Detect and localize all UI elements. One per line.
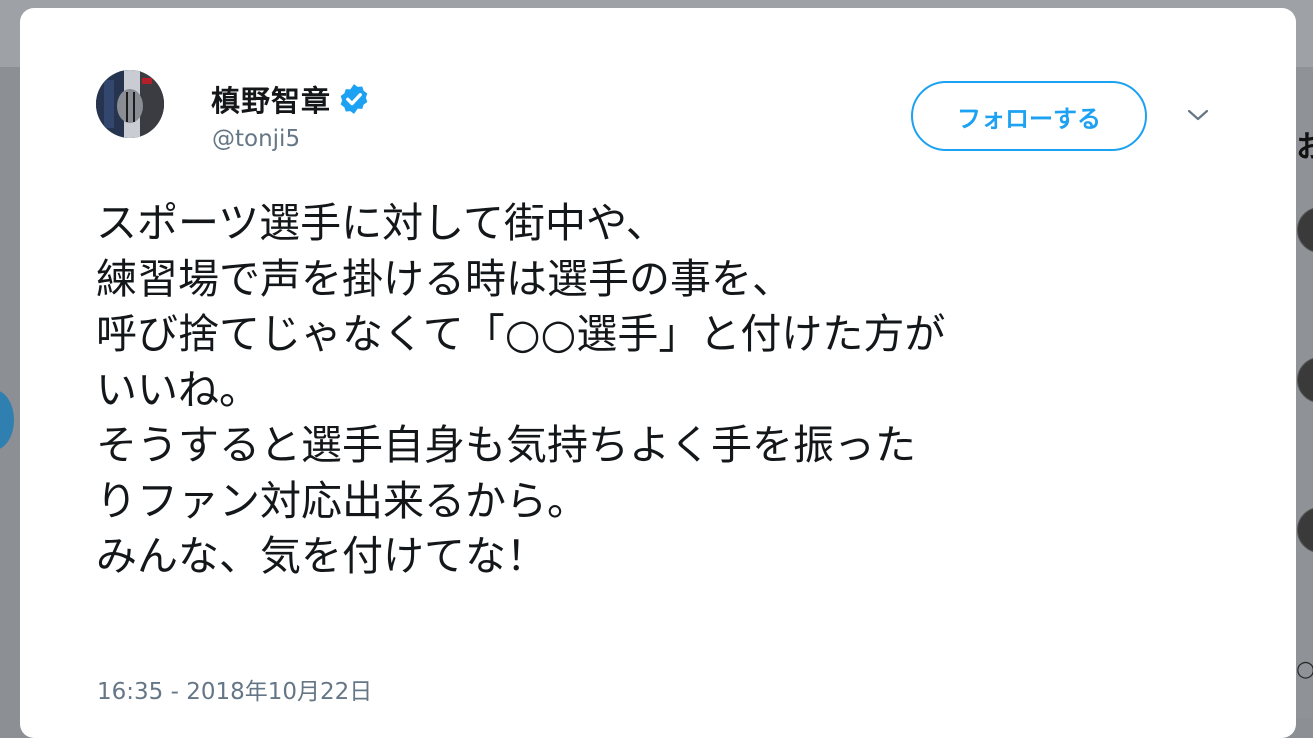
tweet-text-line: いいね。 (96, 365, 260, 414)
tweet-text-line: そうすると選手自身も気持ちよく手を振った (96, 421, 916, 469)
background-sidebar: お ○ (1294, 67, 1313, 718)
chevron-down-icon[interactable] (1183, 105, 1213, 125)
author-name-row: 槙野智章 (211, 78, 371, 120)
tweet-modal: 槙野智章 @tonji5 フォローする スポーツ選手に対して街中や、 練習場で声… (20, 8, 1296, 738)
suggested-avatar[interactable] (1297, 357, 1313, 403)
tweet-text-line: 練習場で声を掛ける時は選手の事を、 (96, 254, 793, 303)
user-icon: ○ (1296, 657, 1313, 682)
follow-button[interactable]: フォローする (911, 81, 1147, 151)
tweet-text-line: りファン対応出来るから。 (96, 476, 588, 525)
sidebar-heading-fragment: お (1296, 130, 1313, 165)
tweet-text: スポーツ選手に対して街中や、 練習場で声を掛ける時は選手の事を、 呼び捨てじゃな… (96, 196, 1276, 585)
suggested-avatar[interactable] (1297, 207, 1313, 253)
avatar[interactable] (96, 70, 164, 138)
author-handle[interactable]: @tonji5 (212, 126, 300, 152)
tweet-text-line: 呼び捨てじゃなくて「○○選手」と付けた方が (96, 310, 946, 358)
background-nav-button[interactable] (0, 390, 14, 450)
author-display-name[interactable]: 槙野智章 (211, 78, 331, 120)
tweet-text-line: みんな、気を付けてな！ (96, 532, 547, 580)
suggested-avatar[interactable] (1297, 507, 1313, 553)
tweet-timestamp[interactable]: 16:35 - 2018年10月22日 (97, 672, 372, 706)
verified-badge-icon (337, 82, 371, 116)
tweet-text-line: スポーツ選手に対して街中や、 (96, 199, 667, 247)
profile-photo-icon (96, 70, 164, 138)
